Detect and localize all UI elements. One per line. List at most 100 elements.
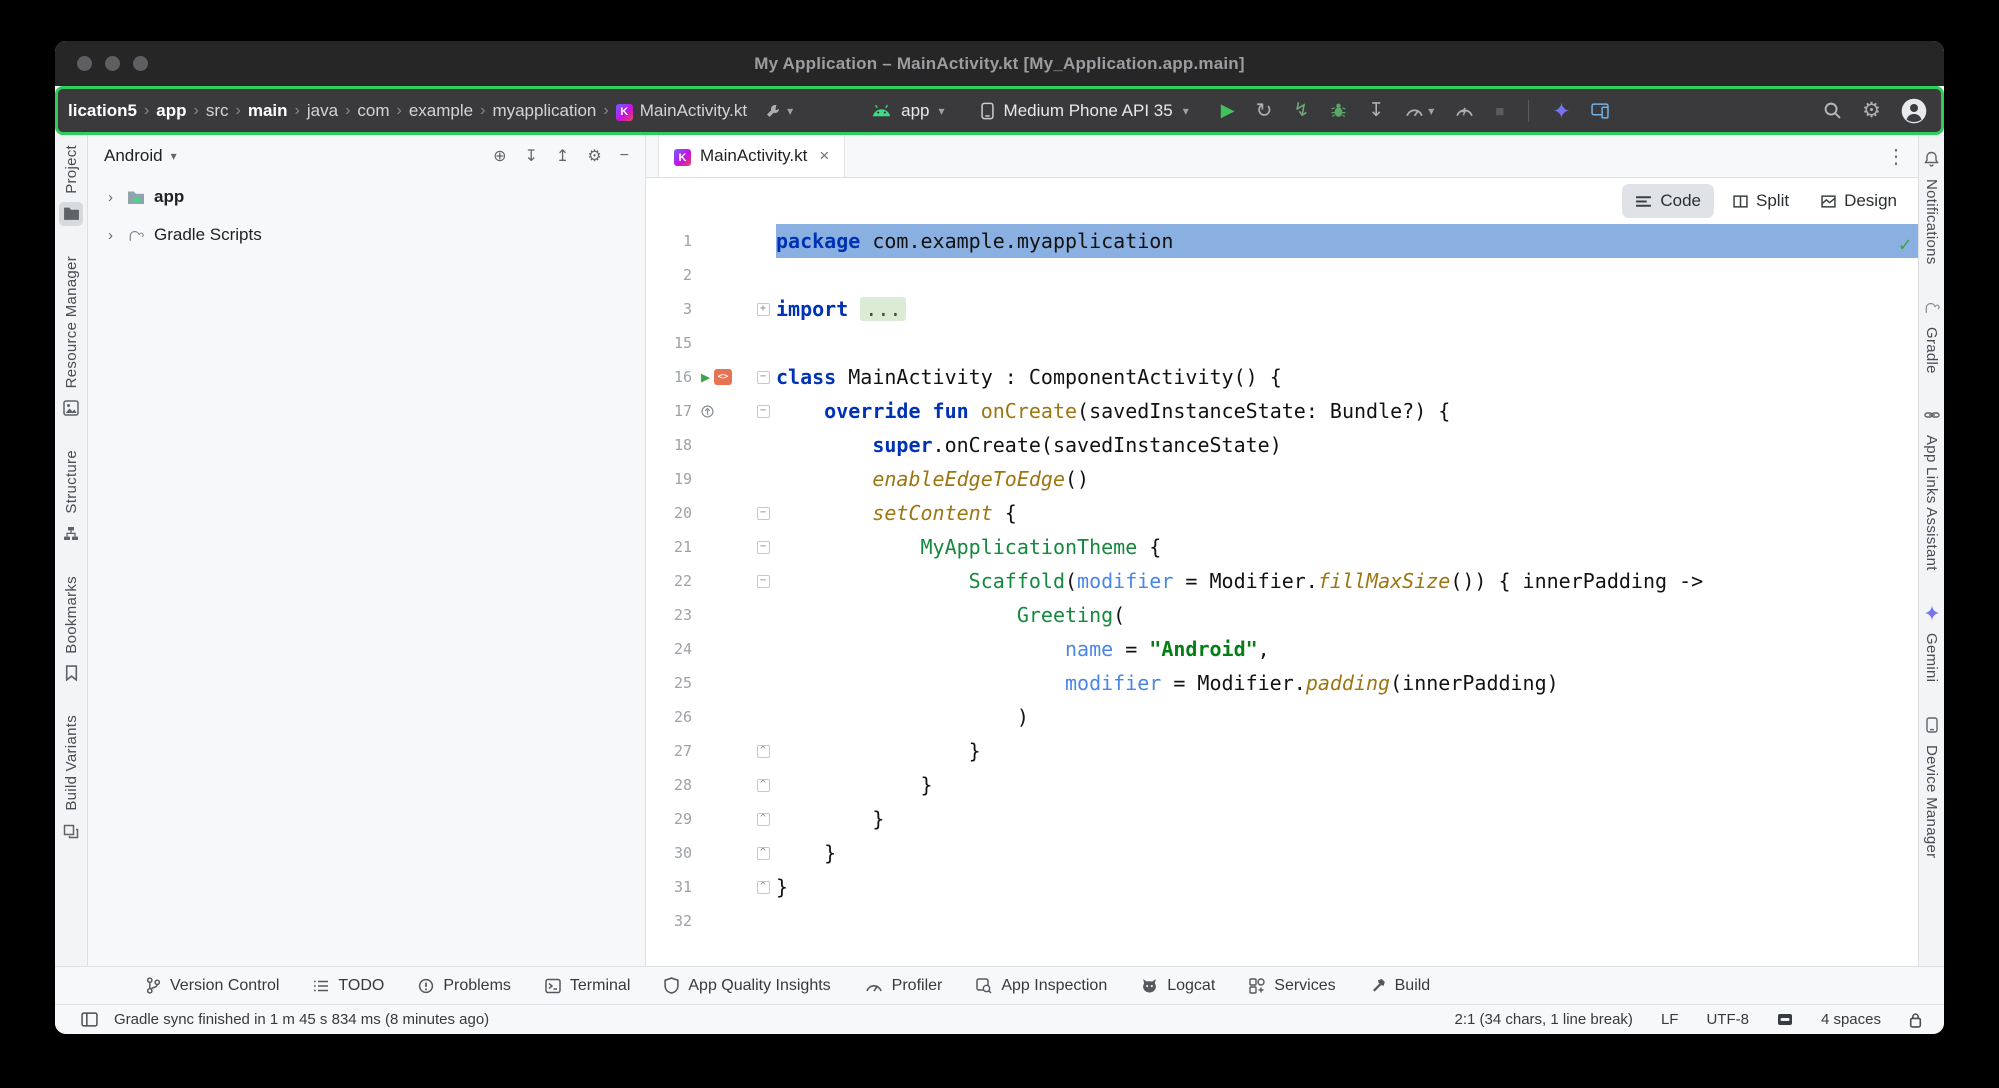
stop-button[interactable]: ■ bbox=[1495, 100, 1504, 122]
chevron-right-icon[interactable]: › bbox=[108, 227, 118, 244]
profile-button[interactable] bbox=[1901, 98, 1927, 124]
more-options-icon[interactable]: ⋮ bbox=[1886, 135, 1918, 177]
lock-icon[interactable] bbox=[1909, 1012, 1922, 1028]
code-text[interactable]: MyApplicationTheme { bbox=[776, 530, 1918, 564]
code-line[interactable]: 25 modifier = Modifier.padding(innerPadd… bbox=[646, 666, 1918, 700]
tool-window-button-notifications[interactable]: Notifications bbox=[1920, 147, 1944, 265]
code-text[interactable]: class MainActivity : ComponentActivity()… bbox=[776, 360, 1918, 394]
running-devices-button[interactable] bbox=[1591, 103, 1609, 119]
code-text[interactable]: Scaffold(modifier = Modifier.fillMaxSize… bbox=[776, 564, 1918, 598]
view-mode-design[interactable]: Design bbox=[1808, 184, 1910, 218]
gemini-button[interactable] bbox=[1553, 102, 1570, 119]
minimize-window-button[interactable] bbox=[105, 56, 120, 71]
code-text[interactable]: setContent { bbox=[776, 496, 1918, 530]
indent-widget[interactable]: 4 spaces bbox=[1821, 1011, 1881, 1028]
code-line[interactable]: 32 bbox=[646, 904, 1918, 938]
code-text[interactable]: package com.example.myapplication bbox=[776, 224, 1918, 258]
tool-window-button-app-links-assistant[interactable]: App Links Assistant bbox=[1920, 403, 1944, 571]
profile-low-overhead-button[interactable] bbox=[1455, 104, 1474, 117]
code-line[interactable]: 20− setContent { bbox=[646, 496, 1918, 530]
code-line[interactable]: 15 bbox=[646, 326, 1918, 360]
profiler-button[interactable]: ▾ bbox=[1405, 104, 1434, 118]
tool-window-button-todo[interactable]: TODO bbox=[296, 967, 401, 1004]
tool-window-button-bookmarks[interactable]: Bookmarks bbox=[59, 576, 83, 686]
view-mode-code[interactable]: Code bbox=[1622, 184, 1714, 218]
breadcrumb-item[interactable]: src bbox=[206, 101, 229, 121]
code-text[interactable]: override fun onCreate(savedInstanceState… bbox=[776, 394, 1918, 428]
tool-window-button-build-variants[interactable]: Build Variants bbox=[59, 715, 83, 843]
apply-code-changes-button[interactable]: ↯ bbox=[1293, 99, 1309, 122]
fold-marker[interactable]: ^ bbox=[750, 847, 776, 860]
code-text[interactable]: name = "Android", bbox=[776, 632, 1918, 666]
tool-window-button-gemini[interactable]: Gemini bbox=[1920, 601, 1944, 682]
fold-marker[interactable]: ^ bbox=[750, 813, 776, 826]
tool-window-button-profiler[interactable]: Profiler bbox=[848, 967, 960, 1004]
fold-marker[interactable]: − bbox=[750, 541, 776, 554]
tool-window-button-problems[interactable]: Problems bbox=[401, 967, 528, 1004]
close-icon[interactable]: × bbox=[819, 146, 829, 166]
code-line[interactable]: 2 bbox=[646, 258, 1918, 292]
tool-window-button-build[interactable]: Build bbox=[1353, 967, 1448, 1004]
attach-debugger-button[interactable]: ↧ bbox=[1368, 99, 1384, 122]
override-method-icon[interactable] bbox=[701, 405, 714, 418]
view-mode-split[interactable]: Split bbox=[1720, 184, 1802, 218]
breadcrumb-item[interactable]: myapplication bbox=[492, 101, 596, 121]
chevron-right-icon[interactable]: › bbox=[108, 189, 118, 206]
code-text[interactable]: } bbox=[776, 870, 1918, 904]
maximize-window-button[interactable] bbox=[133, 56, 148, 71]
tool-window-button-app-quality-insights[interactable]: App Quality Insights bbox=[647, 967, 847, 1004]
tree-item-app[interactable]: ›app bbox=[88, 178, 645, 216]
code-line[interactable]: 23 Greeting( bbox=[646, 598, 1918, 632]
code-line[interactable]: 24 name = "Android", bbox=[646, 632, 1918, 666]
code-text[interactable]: } bbox=[776, 836, 1918, 870]
breadcrumb-item[interactable]: main bbox=[248, 101, 288, 121]
expand-all-icon[interactable]: ↧ bbox=[525, 146, 538, 166]
breadcrumb-item[interactable]: KMainActivity.kt bbox=[616, 100, 747, 121]
window-layout-icon[interactable] bbox=[81, 1012, 98, 1027]
code-text[interactable]: } bbox=[776, 768, 1918, 802]
fold-marker[interactable]: ^ bbox=[750, 745, 776, 758]
settings-button[interactable]: ⚙ bbox=[1862, 98, 1881, 123]
code-line[interactable]: 29^ } bbox=[646, 802, 1918, 836]
code-text[interactable]: enableEdgeToEdge() bbox=[776, 462, 1918, 496]
code-line[interactable]: 17− override fun onCreate(savedInstanceS… bbox=[646, 394, 1918, 428]
caret-position-widget[interactable]: 2:1 (34 chars, 1 line break) bbox=[1455, 1011, 1633, 1028]
code-text[interactable]: } bbox=[776, 802, 1918, 836]
tool-window-button-logcat[interactable]: Logcat bbox=[1124, 967, 1232, 1004]
code-line[interactable]: 28^ } bbox=[646, 768, 1918, 802]
fold-marker[interactable]: − bbox=[750, 575, 776, 588]
apply-changes-button[interactable]: ↻ bbox=[1256, 98, 1273, 123]
fold-marker[interactable]: ^ bbox=[750, 881, 776, 894]
inspections-status-icon[interactable]: ✓ bbox=[1899, 232, 1911, 256]
tool-window-button-resource-manager[interactable]: Resource Manager bbox=[59, 256, 83, 420]
code-line[interactable]: 22− Scaffold(modifier = Modifier.fillMax… bbox=[646, 564, 1918, 598]
code-text[interactable]: } bbox=[776, 734, 1918, 768]
tool-window-button-gradle[interactable]: Gradle bbox=[1920, 295, 1944, 374]
code-line[interactable]: 21− MyApplicationTheme { bbox=[646, 530, 1918, 564]
code-text[interactable]: modifier = Modifier.padding(innerPadding… bbox=[776, 666, 1918, 700]
tool-window-button-app-inspection[interactable]: App Inspection bbox=[959, 967, 1124, 1004]
code-line[interactable]: 19 enableEdgeToEdge() bbox=[646, 462, 1918, 496]
close-window-button[interactable] bbox=[77, 56, 92, 71]
vcs-widget[interactable]: ▾ bbox=[765, 103, 793, 119]
code-text[interactable]: import ... bbox=[776, 292, 1918, 326]
fold-marker[interactable]: − bbox=[750, 371, 776, 384]
hide-panel-icon[interactable]: − bbox=[620, 147, 629, 165]
status-widget-icon[interactable] bbox=[1777, 1013, 1793, 1026]
breadcrumb-item[interactable]: app bbox=[156, 101, 186, 121]
editor-tab[interactable]: KMainActivity.kt× bbox=[658, 135, 845, 177]
code-text[interactable]: super.onCreate(savedInstanceState) bbox=[776, 428, 1918, 462]
code-line[interactable]: 27^ } bbox=[646, 734, 1918, 768]
breadcrumb-item[interactable]: java bbox=[307, 101, 338, 121]
code-line[interactable]: 26 ) bbox=[646, 700, 1918, 734]
device-select[interactable]: Medium Phone API 35▾ bbox=[981, 101, 1189, 121]
tool-window-button-structure[interactable]: Structure bbox=[59, 450, 83, 546]
fold-marker[interactable]: ^ bbox=[750, 779, 776, 792]
code-line[interactable]: 3+import ... bbox=[646, 292, 1918, 326]
breadcrumb-item[interactable]: example bbox=[409, 101, 473, 121]
encoding-widget[interactable]: UTF-8 bbox=[1706, 1011, 1749, 1028]
fold-marker[interactable]: − bbox=[750, 507, 776, 520]
code-line[interactable]: 31^} bbox=[646, 870, 1918, 904]
tree-item-gradle-scripts[interactable]: ›Gradle Scripts bbox=[88, 216, 645, 254]
fold-marker[interactable]: − bbox=[750, 405, 776, 418]
